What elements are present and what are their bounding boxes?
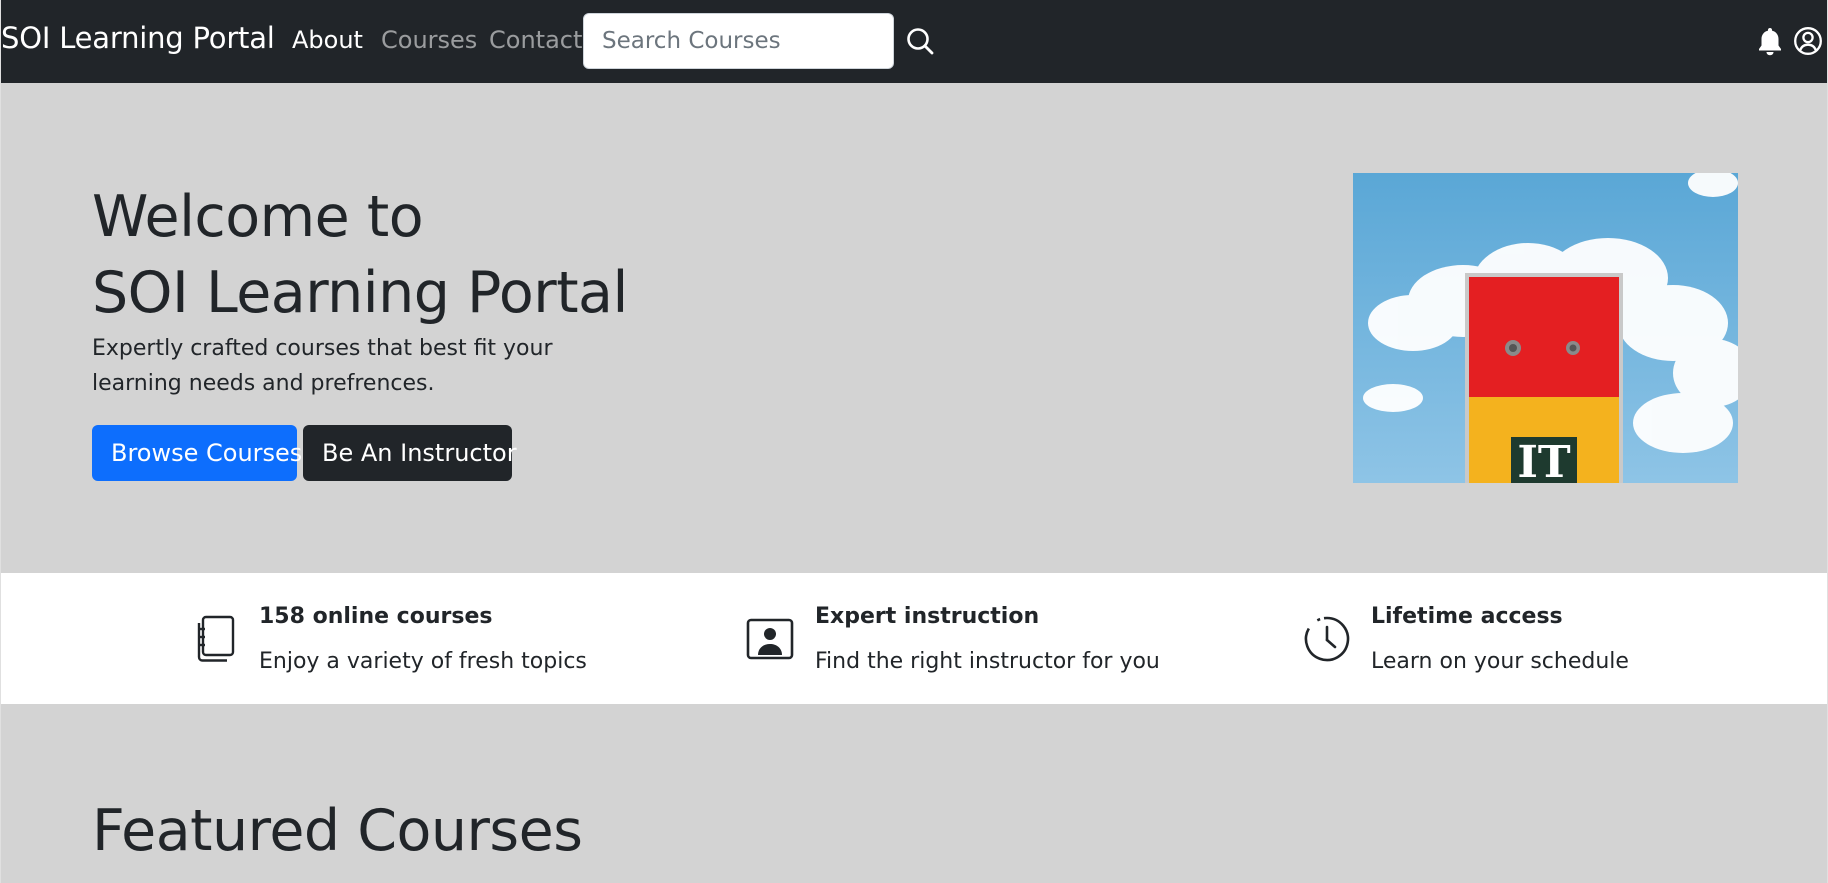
search-icon: [907, 28, 934, 55]
hero-image-sign-text: IT: [1517, 437, 1571, 483]
bell-icon: [1759, 28, 1781, 56]
hero-section: Welcome to SOI Learning Portal Expertly …: [1, 83, 1827, 573]
feature-description: Enjoy a variety of fresh topics: [259, 649, 587, 674]
be-an-instructor-button[interactable]: Be An Instructor: [303, 425, 517, 481]
feature-title: 158 online courses: [259, 604, 493, 629]
account-button[interactable]: [1793, 26, 1823, 56]
feature-title: Expert instruction: [815, 604, 1040, 629]
browse-courses-button[interactable]: Browse Courses: [92, 425, 302, 481]
feature-description: Find the right instructor for you: [815, 649, 1160, 674]
search-input[interactable]: [583, 13, 894, 69]
features-section: 158 online courses Enjoy a variety of fr…: [1, 573, 1827, 704]
nav-link-contact[interactable]: Contact: [489, 26, 582, 54]
nav-link-about[interactable]: About: [292, 26, 363, 54]
clock-history-icon: [1304, 616, 1350, 662]
user-circle-icon: [1794, 27, 1822, 55]
feature-title: Lifetime access: [1371, 604, 1563, 629]
search-button[interactable]: [901, 22, 941, 62]
featured-courses-heading: Featured Courses: [92, 798, 583, 864]
page: SOI Learning Portal About Courses Contac…: [0, 0, 1828, 883]
journals-icon: [197, 615, 235, 662]
hero-title-line-1: Welcome to: [92, 184, 424, 250]
hero-title-line-2: SOI Learning Portal: [92, 260, 628, 326]
notifications-button[interactable]: [1756, 26, 1784, 56]
featured-courses-section: Featured Courses: [1, 704, 1827, 883]
nav-link-courses[interactable]: Courses: [381, 26, 477, 54]
hero-subtitle: Expertly crafted courses that best fit y…: [92, 336, 553, 396]
hero-image: IT: [1353, 173, 1738, 483]
person-video-icon: [746, 618, 794, 660]
feature-description: Learn on your schedule: [1371, 649, 1629, 674]
hero-title: Welcome to SOI Learning Portal: [92, 179, 628, 331]
brand-link[interactable]: SOI Learning Portal: [1, 21, 275, 55]
top-navbar: SOI Learning Portal About Courses Contac…: [1, 0, 1827, 83]
